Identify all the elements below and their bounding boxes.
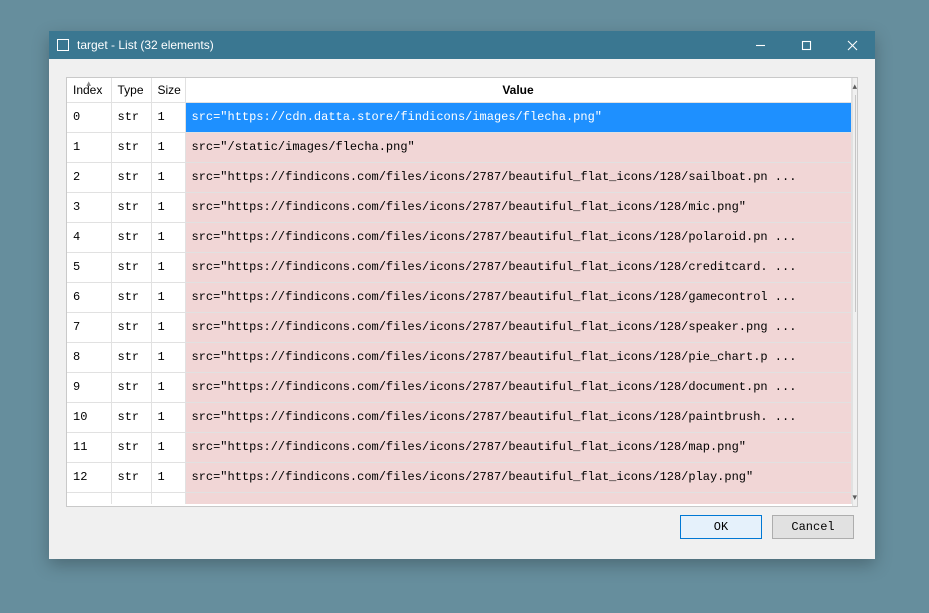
cell-type[interactable]: str [111, 132, 151, 162]
sort-asc-icon: ▲ [85, 79, 93, 88]
cell-value[interactable]: src="https://findicons.com/files/icons/2… [185, 342, 851, 372]
table-row[interactable]: 10str1src="https://findicons.com/files/i… [67, 402, 851, 432]
cell-size[interactable]: 1 [151, 372, 185, 402]
cell-value[interactable]: src="/static/images/flecha.png" [185, 132, 851, 162]
cell-type[interactable]: str [111, 252, 151, 282]
scroll-track[interactable] [853, 95, 858, 489]
cell-value[interactable]: src="https://findicons.com/files/icons/2… [185, 222, 851, 252]
client-area: ▲ Index Type Size Value 0str1src="https:… [49, 59, 875, 559]
table-row[interactable]: 11str1src="https://findicons.com/files/i… [67, 432, 851, 462]
list-table: ▲ Index Type Size Value 0str1src="https:… [67, 78, 852, 504]
cell-index[interactable]: 5 [67, 252, 111, 282]
cell-size[interactable]: 1 [151, 432, 185, 462]
scroll-thumb[interactable] [855, 95, 856, 312]
cell-size[interactable]: 1 [151, 312, 185, 342]
header-row: ▲ Index Type Size Value [67, 78, 851, 102]
cell-value[interactable]: src="https://findicons.com/files/icons/2… [185, 372, 851, 402]
cell-index[interactable]: 2 [67, 162, 111, 192]
cell-type[interactable]: str [111, 102, 151, 132]
header-size-label: Size [158, 83, 181, 97]
cancel-button[interactable]: Cancel [772, 515, 854, 539]
header-type-label: Type [118, 83, 144, 97]
maximize-button[interactable] [783, 31, 829, 59]
cell-value[interactable]: src="https://cdn.datta.store/findicons/i… [185, 102, 851, 132]
table-row[interactable]: 0str1src="https://cdn.datta.store/findic… [67, 102, 851, 132]
cell-index[interactable]: 7 [67, 312, 111, 342]
table-row[interactable]: 7str1src="https://findicons.com/files/ic… [67, 312, 851, 342]
dialog-footer: OK Cancel [66, 507, 858, 547]
cell-size[interactable]: 1 [151, 252, 185, 282]
cell-size[interactable]: 1 [151, 342, 185, 372]
grid-viewport: ▲ Index Type Size Value 0str1src="https:… [67, 78, 852, 506]
cell-size[interactable]: 1 [151, 462, 185, 492]
vertical-scrollbar[interactable]: ▴ ▾ [852, 78, 858, 506]
cell-value[interactable]: src="https://findicons.com/files/icons/2… [185, 402, 851, 432]
cell-size[interactable]: 1 [151, 222, 185, 252]
cell-index[interactable]: 12 [67, 462, 111, 492]
close-button[interactable] [829, 31, 875, 59]
cell-size[interactable]: 1 [151, 192, 185, 222]
window-title: target - List (32 elements) [77, 38, 214, 52]
header-value-label: Value [502, 83, 533, 97]
cell-type[interactable]: str [111, 312, 151, 342]
cell-index[interactable]: 0 [67, 102, 111, 132]
cell-size[interactable]: 1 [151, 162, 185, 192]
cell-value[interactable]: src="https://findicons.com/files/icons/2… [185, 192, 851, 222]
cell-index[interactable]: 3 [67, 192, 111, 222]
scroll-up-arrow[interactable]: ▴ [853, 78, 858, 95]
cell-index[interactable]: 4 [67, 222, 111, 252]
table-row [67, 492, 851, 504]
cell-index[interactable]: 1 [67, 132, 111, 162]
header-size[interactable]: Size [151, 78, 185, 102]
cell-type[interactable]: str [111, 372, 151, 402]
table-row[interactable]: 2str1src="https://findicons.com/files/ic… [67, 162, 851, 192]
table-row[interactable]: 5str1src="https://findicons.com/files/ic… [67, 252, 851, 282]
cell-size[interactable]: 1 [151, 102, 185, 132]
cell-type[interactable]: str [111, 192, 151, 222]
cell-type[interactable]: str [111, 162, 151, 192]
header-index[interactable]: ▲ Index [67, 78, 111, 102]
header-value[interactable]: Value [185, 78, 851, 102]
cell-size[interactable]: 1 [151, 402, 185, 432]
table-row[interactable]: 1str1src="/static/images/flecha.png" [67, 132, 851, 162]
cell-type[interactable]: str [111, 462, 151, 492]
table-row[interactable]: 9str1src="https://findicons.com/files/ic… [67, 372, 851, 402]
cell-size[interactable]: 1 [151, 132, 185, 162]
cell-index[interactable]: 11 [67, 432, 111, 462]
dialog-window: target - List (32 elements) [49, 31, 875, 559]
header-type[interactable]: Type [111, 78, 151, 102]
grid-container: ▲ Index Type Size Value 0str1src="https:… [66, 77, 858, 507]
cell-index[interactable]: 8 [67, 342, 111, 372]
cell-value[interactable]: src="https://findicons.com/files/icons/2… [185, 312, 851, 342]
cell-value[interactable]: src="https://findicons.com/files/icons/2… [185, 252, 851, 282]
cell-size[interactable]: 1 [151, 282, 185, 312]
cell-type[interactable]: str [111, 402, 151, 432]
cell-index[interactable]: 9 [67, 372, 111, 402]
table-row[interactable]: 12str1src="https://findicons.com/files/i… [67, 462, 851, 492]
cell-type[interactable]: str [111, 282, 151, 312]
cell-type[interactable]: str [111, 222, 151, 252]
minimize-button[interactable] [737, 31, 783, 59]
cell-value[interactable]: src="https://findicons.com/files/icons/2… [185, 162, 851, 192]
cell-index[interactable]: 10 [67, 402, 111, 432]
scroll-down-arrow[interactable]: ▾ [853, 489, 858, 506]
table-row[interactable]: 6str1src="https://findicons.com/files/ic… [67, 282, 851, 312]
app-icon [57, 39, 69, 51]
titlebar[interactable]: target - List (32 elements) [49, 31, 875, 59]
cell-value[interactable]: src="https://findicons.com/files/icons/2… [185, 462, 851, 492]
cell-value[interactable]: src="https://findicons.com/files/icons/2… [185, 282, 851, 312]
cell-index[interactable]: 6 [67, 282, 111, 312]
cell-type[interactable]: str [111, 432, 151, 462]
table-row[interactable]: 8str1src="https://findicons.com/files/ic… [67, 342, 851, 372]
cell-type[interactable]: str [111, 342, 151, 372]
table-row[interactable]: 3str1src="https://findicons.com/files/ic… [67, 192, 851, 222]
ok-button[interactable]: OK [680, 515, 762, 539]
cell-value[interactable]: src="https://findicons.com/files/icons/2… [185, 432, 851, 462]
table-row[interactable]: 4str1src="https://findicons.com/files/ic… [67, 222, 851, 252]
